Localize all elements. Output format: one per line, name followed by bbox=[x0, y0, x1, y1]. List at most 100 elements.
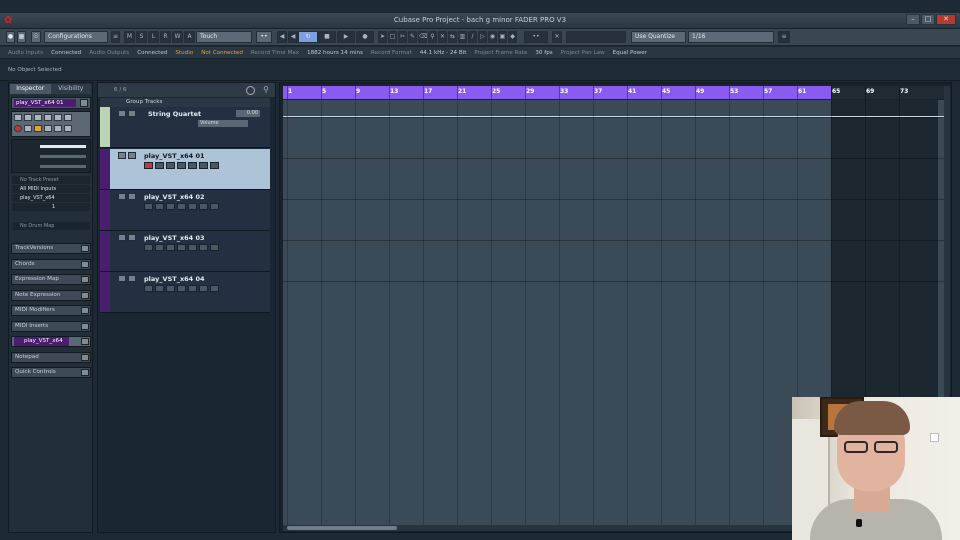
solo-button[interactable] bbox=[128, 234, 136, 241]
track-name[interactable]: play_VST_x64 02 bbox=[144, 193, 205, 201]
go-to-start-icon[interactable]: ◀ bbox=[277, 31, 287, 43]
record-button[interactable]: ● bbox=[356, 31, 374, 43]
cycle-range[interactable] bbox=[283, 86, 831, 99]
play-tool-icon[interactable]: ▷ bbox=[478, 31, 487, 43]
mute-button[interactable] bbox=[118, 275, 126, 282]
close-button[interactable]: ✕ bbox=[936, 14, 956, 25]
inspector-track-header[interactable]: play_VST_x64 01 bbox=[11, 97, 91, 109]
drum-map-field[interactable]: No Drum Map bbox=[12, 222, 90, 230]
track-options-button[interactable] bbox=[210, 244, 219, 251]
solo-button[interactable] bbox=[128, 110, 136, 117]
mute-button[interactable] bbox=[118, 152, 126, 159]
write-button[interactable] bbox=[177, 203, 186, 210]
snap-icon[interactable]: ✕ bbox=[552, 31, 562, 43]
minimize-button[interactable]: – bbox=[906, 14, 920, 25]
tab-inspector[interactable]: Inspector bbox=[10, 84, 51, 94]
quantize-value-dropdown[interactable]: 1/16 bbox=[688, 31, 774, 43]
midi-input-field[interactable]: All MIDI Inputs bbox=[12, 185, 90, 193]
draw-icon[interactable]: ✎ bbox=[408, 31, 417, 43]
add-track-icon[interactable] bbox=[246, 86, 255, 95]
configurations-dropdown[interactable]: Configurations bbox=[44, 31, 108, 43]
automation-mode-r-button[interactable]: R bbox=[160, 31, 171, 43]
cycle-button[interactable]: ↻ bbox=[298, 31, 318, 43]
section-options-icon[interactable] bbox=[81, 369, 89, 376]
inspector-section[interactable]: MIDI Modifiers bbox=[11, 305, 91, 316]
read-button[interactable] bbox=[166, 162, 175, 169]
record-enable-button[interactable] bbox=[144, 285, 153, 292]
zoom-icon[interactable]: ⚲ bbox=[428, 31, 437, 43]
section-options-icon[interactable] bbox=[81, 353, 89, 361]
section-options-icon[interactable] bbox=[81, 307, 89, 314]
drumstick-icon[interactable]: ◆ bbox=[508, 31, 517, 43]
window-layout-button[interactable]: ▦ bbox=[17, 31, 26, 43]
track-name[interactable]: play_VST_x64 03 bbox=[144, 234, 205, 242]
comp-icon[interactable]: ▥ bbox=[458, 31, 467, 43]
track-options-button[interactable] bbox=[210, 203, 219, 210]
tab-visibility[interactable]: Visibility bbox=[50, 84, 91, 94]
inspector-section[interactable]: play_VST_x64 bbox=[11, 336, 91, 347]
instrument-track[interactable]: play_VST_x64 02 bbox=[100, 190, 270, 231]
constrain-delay-icon[interactable]: ☉ bbox=[31, 31, 41, 43]
lane-button[interactable] bbox=[199, 162, 208, 169]
edit-instrument-button[interactable] bbox=[188, 285, 197, 292]
edit-instrument-button[interactable] bbox=[188, 244, 197, 251]
solo-button[interactable] bbox=[24, 114, 32, 121]
monitor-button[interactable] bbox=[24, 125, 32, 132]
solo-button[interactable] bbox=[128, 275, 136, 282]
delay-slider[interactable] bbox=[40, 165, 86, 168]
read-automation-button[interactable] bbox=[34, 114, 42, 121]
play-button[interactable]: ▶ bbox=[337, 31, 355, 43]
instrument-track[interactable]: play_VST_x64 04 bbox=[100, 272, 270, 313]
quantize-mode-dropdown[interactable]: Use Quantize bbox=[631, 31, 686, 43]
automation-mode-s-button[interactable]: S bbox=[136, 31, 147, 43]
erase-icon[interactable]: ⌫ bbox=[418, 31, 427, 43]
automation-mode-w-button[interactable]: W bbox=[172, 31, 183, 43]
read-button[interactable] bbox=[166, 244, 175, 251]
read-button[interactable] bbox=[166, 203, 175, 210]
edit-instrument-icon[interactable] bbox=[80, 99, 88, 107]
lane-button[interactable] bbox=[199, 203, 208, 210]
rewind-icon[interactable]: ◀ bbox=[288, 31, 298, 43]
auto-scroll-button[interactable]: •• bbox=[524, 31, 548, 43]
write-automation-button[interactable] bbox=[44, 114, 52, 121]
midi-output-field[interactable]: play_VST_x64 bbox=[12, 194, 90, 202]
midi-channel-field[interactable]: 1 bbox=[12, 203, 90, 211]
solo-button[interactable] bbox=[128, 193, 136, 200]
config-edit-button[interactable]: ≡ bbox=[111, 31, 120, 43]
inspector-section[interactable]: Quick Controls bbox=[11, 367, 91, 378]
color-icon[interactable]: ◉ bbox=[488, 31, 497, 43]
section-options-icon[interactable] bbox=[81, 245, 89, 252]
automation-mode-dropdown[interactable]: Touch bbox=[196, 31, 252, 43]
edit-button[interactable] bbox=[34, 125, 42, 132]
activate-project-button[interactable]: ● bbox=[6, 31, 15, 43]
monitor-button[interactable] bbox=[155, 244, 164, 251]
group-volume-value[interactable]: 0.00 bbox=[236, 110, 260, 117]
edit-instrument-button[interactable] bbox=[188, 203, 197, 210]
record-enable-button[interactable] bbox=[144, 162, 153, 169]
inspector-section[interactable]: Chords bbox=[11, 258, 91, 270]
section-options-icon[interactable] bbox=[81, 322, 89, 330]
time-warp-icon[interactable]: ⇆ bbox=[448, 31, 457, 43]
edit-channel-button[interactable] bbox=[54, 114, 62, 121]
mute-button[interactable] bbox=[118, 110, 126, 117]
object-selection-icon[interactable]: ➤ bbox=[378, 31, 387, 43]
monitor-button[interactable] bbox=[155, 285, 164, 292]
mute-button[interactable] bbox=[118, 234, 126, 241]
track-options-button[interactable] bbox=[210, 285, 219, 292]
section-options-icon[interactable] bbox=[81, 291, 89, 299]
inspector-section[interactable]: Note Expression bbox=[11, 289, 91, 301]
section-options-icon[interactable] bbox=[81, 276, 89, 283]
track-name[interactable]: play_VST_x64 01 bbox=[144, 152, 205, 160]
glue-icon[interactable]: ▣ bbox=[498, 31, 507, 43]
range-icon[interactable]: □ bbox=[388, 31, 397, 43]
mute-button[interactable] bbox=[14, 114, 22, 121]
pan-slider[interactable] bbox=[40, 155, 86, 158]
scrollbar-thumb[interactable] bbox=[287, 526, 397, 530]
mute-tool-icon[interactable]: ✕ bbox=[438, 31, 447, 43]
instrument-track[interactable]: play_VST_x64 03 bbox=[100, 231, 270, 272]
split-icon[interactable]: ✂ bbox=[398, 31, 407, 43]
inspector-section[interactable]: MIDI Inserts bbox=[11, 320, 91, 332]
automation-options-button[interactable]: •• bbox=[256, 31, 272, 43]
search-icon[interactable]: ⚲ bbox=[263, 85, 269, 94]
lock-button[interactable] bbox=[44, 125, 52, 132]
